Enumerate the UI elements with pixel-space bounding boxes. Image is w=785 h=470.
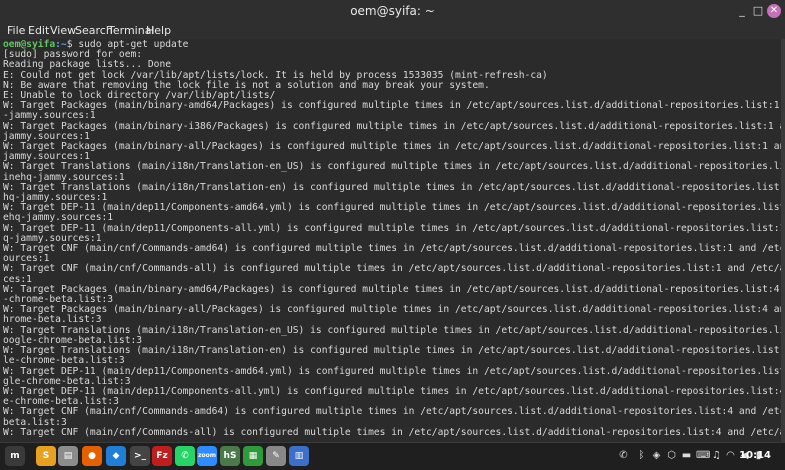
terminal-line: W: Target Packages (main/binary-amd64/Pa… <box>3 100 780 112</box>
music-icon[interactable]: ♫ <box>711 450 722 461</box>
terminal-line: W: Target Packages (main/binary-all/Pack… <box>3 304 781 316</box>
terminal-line: W: Target Packages (main/binary-all/Pack… <box>3 141 781 153</box>
network-wifi-icon[interactable]: ◠ <box>725 450 736 461</box>
terminal-line: W: Target Packages (main/binary-amd64/Pa… <box>3 283 780 295</box>
menu-help[interactable]: Help <box>146 24 171 37</box>
mint-menu-icon[interactable]: m <box>5 446 25 466</box>
whatsapp-tray-icon[interactable]: ✆ <box>618 450 629 461</box>
menu-edit[interactable]: Edit <box>28 24 49 37</box>
terminal-line: W: Target CNF (main/cnf/Commands-all) is… <box>3 263 781 275</box>
window-title: oem@syifa: ~ <box>350 4 435 18</box>
vscode-icon[interactable]: ◆ <box>106 446 126 466</box>
close-button[interactable]: ✕ <box>767 4 781 18</box>
filezilla-icon[interactable]: Fz <box>152 446 172 466</box>
window-titlebar[interactable]: oem@syifa: ~ _ □ ✕ <box>0 0 785 22</box>
taskbar: m S ▤ ● ◆ >_ Fz ✆ zoom hS ▦ ✎ ▥ ✆ ᛒ ◈ ⬡ ▬ ⌨ ♫ ◠ ◀ ▮ 10:14 <box>0 442 785 470</box>
spreadsheet-icon[interactable]: ▦ <box>243 446 263 466</box>
hs-app-icon[interactable]: hS <box>220 446 240 466</box>
menu-view[interactable]: View <box>50 24 76 37</box>
terminal-line: W: Target DEP-11 (main/dep11/Components-… <box>3 222 781 234</box>
maximize-button[interactable]: □ <box>751 4 765 18</box>
terminal-scrollbar[interactable] <box>781 39 785 442</box>
whatsapp-icon[interactable]: ✆ <box>175 446 195 466</box>
terminal-line: W: Target CNF (main/cnf/Commands-all) is… <box>3 426 781 438</box>
menu-bar: File Edit View Search Terminal Help <box>0 22 785 39</box>
bluetooth-icon[interactable]: ᛒ <box>636 450 647 461</box>
terminal-icon[interactable]: >_ <box>130 446 150 466</box>
firefox-icon[interactable]: ● <box>82 446 102 466</box>
terminal-line: W: Target DEP-11 (main/dep11/Components-… <box>3 385 781 397</box>
document-icon[interactable]: ▥ <box>289 446 309 466</box>
terminal-lines: [sudo] password for oem: Reading package… <box>3 49 781 438</box>
update-manager-icon[interactable]: ⬡ <box>666 450 677 461</box>
terminal-line: W: Target Translations (main/i18n/Transl… <box>3 181 781 193</box>
menu-file[interactable]: File <box>7 24 25 37</box>
zoom-icon[interactable]: zoom <box>197 446 217 466</box>
keyboard-icon[interactable]: ⌨ <box>696 450 710 461</box>
terminal-line: W: Target CNF (main/cnf/Commands-amd64) … <box>3 243 781 255</box>
printer-icon[interactable]: ▬ <box>681 450 692 461</box>
terminal-launcher-icon[interactable]: S <box>36 446 56 466</box>
clock[interactable]: 10:14 <box>739 450 771 461</box>
minimize-button[interactable]: _ <box>735 4 749 18</box>
terminal-line: W: Target CNF (main/cnf/Commands-amd64) … <box>3 406 781 418</box>
terminal-line: W: Target DEP-11 (main/dep11/Components-… <box>3 202 781 214</box>
text-editor-icon[interactable]: ✎ <box>266 446 286 466</box>
terminal-line: W: Target Packages (main/binary-i386/Pac… <box>3 120 781 132</box>
shield-icon[interactable]: ◈ <box>651 450 662 461</box>
files-icon[interactable]: ▤ <box>58 446 78 466</box>
terminal-output[interactable]: oem@syifa:~$ sudo apt-get update [sudo] … <box>0 39 781 442</box>
